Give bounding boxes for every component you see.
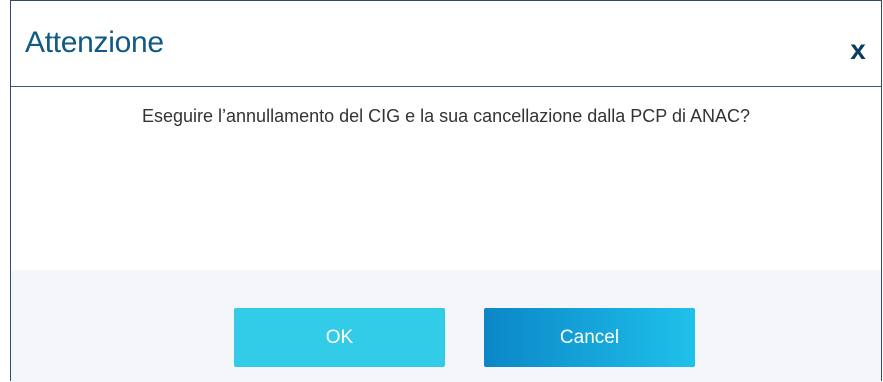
- close-icon[interactable]: x: [845, 35, 871, 65]
- cancel-button[interactable]: Cancel: [484, 308, 695, 367]
- ok-button[interactable]: OK: [234, 308, 445, 367]
- dialog-body: Eseguire l’annullamento del CIG e la sua…: [11, 87, 881, 270]
- dialog-title: Attenzione: [25, 26, 164, 59]
- dialog-message: Eseguire l’annullamento del CIG e la sua…: [141, 106, 751, 126]
- dialog-header: Attenzione x: [11, 1, 881, 87]
- confirm-dialog: Attenzione x Eseguire l’annullamento del…: [10, 0, 882, 382]
- dialog-footer: OK Cancel: [11, 270, 881, 382]
